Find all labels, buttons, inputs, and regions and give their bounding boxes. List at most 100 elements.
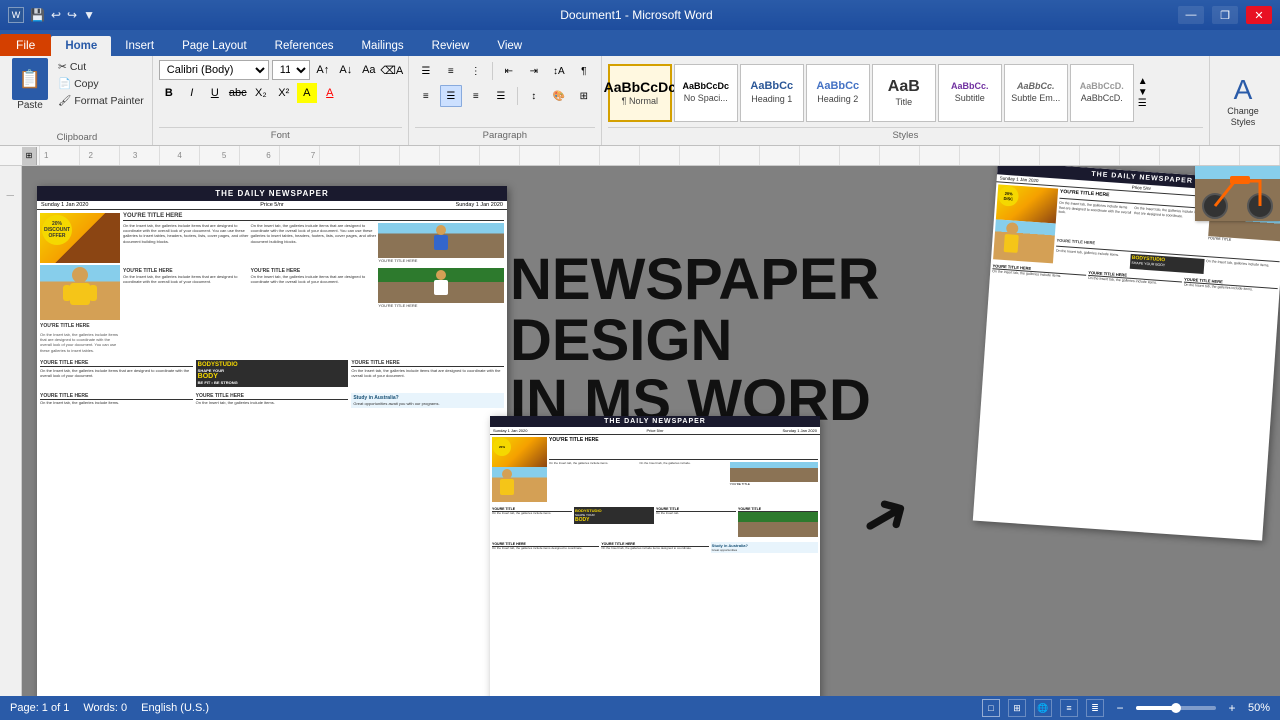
- subscript-button[interactable]: X₂: [251, 83, 271, 103]
- underline-button[interactable]: U: [205, 83, 225, 103]
- youre-title-left: YOU'RE TITLE HERE: [40, 322, 120, 330]
- full-screen-reading-button[interactable]: ⊞: [1008, 699, 1026, 717]
- style-heading2[interactable]: AaBbCc Heading 2: [806, 64, 870, 122]
- zoom-level[interactable]: 50%: [1248, 702, 1270, 714]
- clipboard-group-label: Clipboard: [8, 132, 146, 143]
- justify-button[interactable]: ☰: [490, 85, 512, 107]
- tab-page-layout[interactable]: Page Layout: [168, 36, 261, 56]
- right-newspaper-1: THE DAILY NEWSPAPER Sunday 1 Jan 2020 Pr…: [973, 166, 1280, 541]
- borders-button[interactable]: ⊞: [573, 85, 595, 107]
- newspaper-name: THE DAILY NEWSPAPER: [37, 186, 507, 201]
- outline-view-button[interactable]: ≡: [1060, 699, 1078, 717]
- language-indicator[interactable]: English (U.S.): [141, 702, 209, 714]
- cricketer-icon: [426, 268, 456, 303]
- change-styles-group[interactable]: A Change Styles: [1210, 56, 1276, 145]
- font-group-label: Font: [159, 127, 402, 141]
- format-painter-button[interactable]: 🖌 Format Painter: [56, 93, 146, 108]
- customize-quick-icon[interactable]: ▼: [83, 8, 95, 22]
- decrease-font-button[interactable]: A↓: [336, 60, 356, 80]
- restore-button[interactable]: ❐: [1212, 6, 1238, 24]
- ribbon-tab-bar: File Home Insert Page Layout References …: [0, 30, 1280, 56]
- tab-insert[interactable]: Insert: [111, 36, 168, 56]
- numbered-list-button[interactable]: ≡: [440, 60, 462, 82]
- style-more-preview: AaBbCcD.: [1080, 82, 1124, 91]
- tab-references[interactable]: References: [261, 36, 348, 56]
- superscript-button[interactable]: X²: [274, 83, 294, 103]
- zoom-in-button[interactable]: +: [1224, 700, 1240, 716]
- tab-file[interactable]: File: [0, 34, 51, 56]
- text-highlight-button[interactable]: A: [297, 83, 317, 103]
- save-quick-icon[interactable]: 💾: [30, 8, 45, 22]
- minimize-button[interactable]: —: [1178, 6, 1204, 24]
- style-h1-preview: AaBbCc: [750, 81, 793, 92]
- cut-label: Cut: [70, 61, 86, 73]
- close-button[interactable]: ✕: [1246, 6, 1272, 24]
- style-subtle-em[interactable]: AaBbCc. Subtle Em...: [1004, 64, 1068, 122]
- align-left-button[interactable]: ≡: [415, 85, 437, 107]
- tab-review[interactable]: Review: [418, 36, 484, 56]
- style-nospacing-preview: AaBbCcDc: [683, 82, 730, 91]
- draft-view-button[interactable]: ≣: [1086, 699, 1104, 717]
- align-center-button[interactable]: ☰: [440, 85, 462, 107]
- copy-label: Copy: [74, 78, 99, 90]
- bold-button[interactable]: B: [159, 83, 179, 103]
- zoom-out-button[interactable]: −: [1112, 700, 1128, 716]
- font-color-button[interactable]: A: [320, 83, 340, 103]
- italic-button[interactable]: I: [182, 83, 202, 103]
- sort-button[interactable]: ↕A: [548, 60, 570, 82]
- multilevel-list-button[interactable]: ⋮: [465, 60, 487, 82]
- newspaper-subheader: Sunday 1 Jan 2020 Price 5/nr Sunday 1 Ja…: [37, 201, 507, 210]
- newspaper-col-4: YOU'RE TITLE HERE On the Insert tab, the…: [123, 268, 249, 309]
- style-subtitle-label: Subtitle: [955, 93, 985, 103]
- bottom-col-1: YOURE TITLE HERE On the Insert tab, the …: [40, 360, 193, 387]
- strikethrough-button[interactable]: abc: [228, 83, 248, 103]
- tab-view[interactable]: View: [483, 36, 536, 56]
- show-hide-button[interactable]: ¶: [573, 60, 595, 82]
- redo-icon[interactable]: ↪: [67, 8, 77, 22]
- paste-label: Paste: [17, 100, 43, 111]
- bottom-col-3: YOURE TITLE HERE On the Insert tab, the …: [351, 360, 504, 387]
- style-title[interactable]: AaB Title: [872, 64, 936, 122]
- styles-scroll-up[interactable]: ▲: [1138, 76, 1148, 87]
- style-subtitle[interactable]: AaBbCc. Subtitle: [938, 64, 1002, 122]
- paste-button[interactable]: 📋 Paste: [8, 56, 52, 130]
- bullet-list-button[interactable]: ☰: [415, 60, 437, 82]
- promo-title-line1: NEWSPAPER DESIGN: [510, 250, 960, 372]
- style-more[interactable]: AaBbCcD. AaBbCcD.: [1070, 64, 1134, 122]
- youre-title-top: YOU'RE TITLE HERE: [123, 213, 504, 221]
- shading-button[interactable]: 🎨: [548, 85, 570, 107]
- word-count: Words: 0: [83, 702, 127, 714]
- document-page[interactable]: THE DAILY NEWSPAPER Sunday 1 Jan 2020 Pr…: [37, 186, 507, 696]
- font-size-select[interactable]: 11: [272, 60, 310, 80]
- titlebar-left: W 💾 ↩ ↪ ▼: [8, 7, 95, 23]
- styles-more[interactable]: ☰: [1138, 98, 1148, 109]
- format-painter-icon: 🖌: [58, 94, 71, 107]
- clipboard-group: 📋 Paste ✂ Cut 📄 Copy 🖌 Format Painter: [4, 56, 153, 145]
- window-controls: — ❐ ✕: [1178, 6, 1272, 24]
- change-case-button[interactable]: Aa: [359, 60, 379, 80]
- increase-indent-button[interactable]: ⇥: [523, 60, 545, 82]
- tab-home[interactable]: Home: [51, 36, 111, 56]
- bottom-col-a: YOURE TITLE HERE On the Insert tab, the …: [40, 393, 193, 408]
- style-heading1[interactable]: AaBbCc Heading 1: [740, 64, 804, 122]
- person-mid-icon: [492, 467, 522, 502]
- tab-mailings[interactable]: Mailings: [347, 36, 417, 56]
- style-normal[interactable]: AaBbCcDc ¶ Normal: [608, 64, 672, 122]
- style-no-spacing[interactable]: AaBbCcDc No Spaci...: [674, 64, 738, 122]
- font-name-select[interactable]: Calibri (Body): [159, 60, 269, 80]
- print-layout-button[interactable]: □: [982, 699, 1000, 717]
- copy-button[interactable]: 📄 Copy: [56, 76, 146, 91]
- newspaper-col-5: YOU'RE TITLE HERE On the Insert tab, the…: [251, 268, 377, 309]
- increase-font-button[interactable]: A↑: [313, 60, 333, 80]
- ruler-corner[interactable]: ⊞: [22, 147, 37, 165]
- cricket-player-icon: [426, 223, 456, 258]
- cut-button[interactable]: ✂ Cut: [56, 60, 146, 74]
- styles-scroll-down[interactable]: ▼: [1138, 87, 1148, 98]
- clear-formatting-button[interactable]: ⌫A: [382, 60, 402, 80]
- zoom-slider[interactable]: [1136, 706, 1216, 710]
- align-right-button[interactable]: ≡: [465, 85, 487, 107]
- web-layout-button[interactable]: 🌐: [1034, 699, 1052, 717]
- undo-icon[interactable]: ↩: [51, 8, 61, 22]
- decrease-indent-button[interactable]: ⇤: [498, 60, 520, 82]
- line-spacing-button[interactable]: ↕: [523, 85, 545, 107]
